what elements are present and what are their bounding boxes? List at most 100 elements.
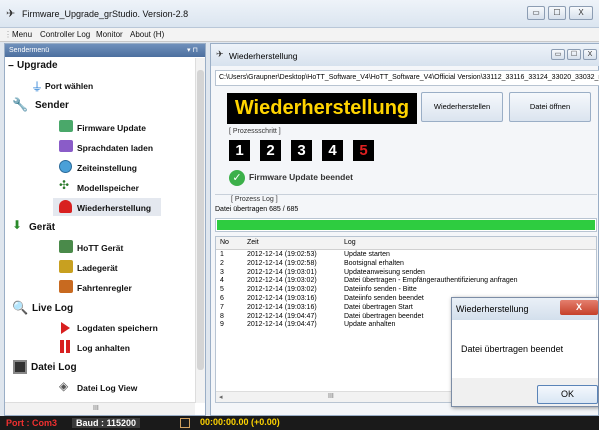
scroll-left-icon[interactable]: ◂ bbox=[219, 393, 223, 401]
col-header-log[interactable]: Log bbox=[344, 239, 356, 246]
log-cell-no: 6 bbox=[220, 295, 224, 302]
progress-bar bbox=[215, 218, 597, 232]
status-timer: 00:00:00.00 (+0.00) bbox=[200, 417, 280, 427]
table-row[interactable]: 2 2012-12-14 (19:02:58) Bootsignal erhalte… bbox=[216, 260, 596, 269]
minimize-button[interactable]: ▭ bbox=[527, 6, 545, 20]
log-cell-time: 2012-12-14 (19:04:47) bbox=[247, 321, 317, 329]
log-cell-time: 2012-12-14 (19:02:58) bbox=[247, 259, 317, 267]
status-bar: Port : Com3 Baud : 115200 00:00:00.00 (+… bbox=[0, 416, 599, 430]
log-cell-message: Update anhalten bbox=[344, 321, 396, 329]
play-icon bbox=[61, 322, 70, 334]
restore-window-title: Wiederherstellung bbox=[229, 51, 298, 61]
open-file-button[interactable]: Datei öffnen bbox=[509, 92, 591, 122]
log-cell-time: 2012-12-14 (19:03:01) bbox=[247, 268, 317, 276]
sidebar-item-datei-log-view[interactable]: Datei Log View bbox=[77, 383, 137, 393]
sidebar-item-hott-geraet[interactable]: HoTT Gerät bbox=[77, 243, 123, 253]
log-cell-no: 4 bbox=[220, 277, 224, 285]
sidebar-horizontal-scrollbar[interactable]: III bbox=[5, 402, 195, 415]
tree-toggle-icon[interactable]: − bbox=[8, 61, 14, 72]
language-data-icon bbox=[59, 140, 73, 152]
sidebar-section-upgrade[interactable]: Upgrade bbox=[17, 60, 58, 71]
scroll-grip: III bbox=[328, 393, 334, 400]
sidebar-item-fahrtenregler[interactable]: Fahrtenregler bbox=[77, 283, 132, 293]
progress-bar-fill bbox=[217, 220, 595, 230]
sidebar-section-datei-log[interactable]: Datei Log bbox=[31, 362, 77, 373]
log-cell-message: Bootsignal erhalten bbox=[344, 259, 404, 267]
menu-item-monitor[interactable]: Monitor bbox=[96, 30, 123, 39]
col-header-no[interactable]: No bbox=[220, 239, 229, 246]
log-cell-message: Datei übertragen - Empfängerauthentifizi… bbox=[344, 277, 518, 285]
log-cell-no: 9 bbox=[220, 321, 224, 329]
log-cell-no: 2 bbox=[220, 259, 224, 267]
sidebar-vertical-scrollbar[interactable] bbox=[195, 58, 205, 403]
sidebar-item-logdaten-speichern[interactable]: Logdaten speichern bbox=[77, 323, 158, 333]
sidebar-item-log-anhalten[interactable]: Log anhalten bbox=[77, 343, 130, 353]
table-row[interactable]: 1 2012-12-14 (19:02:53) Update starten bbox=[216, 251, 596, 260]
step-1: 1 bbox=[229, 140, 250, 161]
sidebar-section-geraet[interactable]: Gerät bbox=[29, 222, 55, 233]
col-header-zeit[interactable]: Zeit bbox=[247, 239, 259, 246]
sidebar-item-modellspeicher[interactable]: Modellspeicher bbox=[77, 183, 139, 193]
sidebar-item-ladegeraet[interactable]: Ladegerät bbox=[77, 263, 118, 273]
sidebar-item-sprachdaten-laden[interactable]: Sprachdaten laden bbox=[77, 143, 153, 153]
sidebar-header: Sendermenü ▾ ⊓ bbox=[5, 44, 205, 57]
table-row[interactable]: 3 2012-12-14 (19:03:01) Updateanweisung se… bbox=[216, 269, 596, 278]
log-cell-no: 3 bbox=[220, 268, 224, 276]
table-row[interactable]: 5 2012-12-14 (19:03:02) Dateiinfo senden -… bbox=[216, 286, 596, 295]
sidebar-item-zeiteinstellung[interactable]: Zeiteinstellung bbox=[77, 163, 137, 173]
sidebar-panel: Sendermenü ▾ ⊓ − Upgrade ⏚ Port wählen 🔧… bbox=[4, 43, 206, 416]
process-log-label: [ Prozess Log ] bbox=[231, 196, 278, 203]
log-cell-message: Update starten bbox=[344, 251, 390, 258]
menu-bar: ⋮ Menu Controller Log Monitor About (H) bbox=[0, 28, 599, 42]
dialog-ok-button[interactable]: OK bbox=[537, 385, 598, 404]
menu-grip: ⋮ bbox=[4, 30, 12, 39]
magnifier-icon: 🔍 bbox=[12, 300, 29, 315]
restore-maximize-button[interactable]: ☐ bbox=[567, 49, 581, 60]
tools-icon: 🔧 bbox=[12, 97, 29, 112]
sidebar-section-live-log[interactable]: Live Log bbox=[32, 303, 73, 314]
table-row[interactable]: 4 2012-12-14 (19:03:02) Datei übertragen -… bbox=[216, 277, 596, 286]
log-cell-message: Dateiinfo senden beendet bbox=[344, 295, 424, 302]
restore-window-titlebar: ✈ Wiederherstellung ▭ ☐ X bbox=[211, 44, 599, 66]
menu-item-controller-log[interactable]: Controller Log bbox=[40, 30, 90, 39]
transfer-text: Datei übertragen 685 / 685 bbox=[215, 206, 299, 213]
pin-icon[interactable]: ▾ ⊓ bbox=[187, 44, 198, 57]
device-download-icon: ⬇ bbox=[12, 218, 23, 232]
restore-button[interactable]: Wiederherstellen bbox=[421, 92, 503, 122]
step-3: 3 bbox=[291, 140, 312, 161]
log-cell-message: Dateiinfo senden - Bitte bbox=[344, 286, 417, 294]
speed-controller-icon bbox=[59, 280, 73, 293]
status-baud: Baud : 115200 bbox=[72, 418, 141, 428]
restore-big-title: Wiederherstellung bbox=[227, 93, 417, 124]
file-path-field[interactable]: C:\Users\Graupner\Desktop\HoTT_Software_… bbox=[215, 70, 599, 86]
restore-close-button[interactable]: X bbox=[583, 49, 597, 60]
firmware-icon bbox=[59, 120, 73, 132]
restore-minimize-button[interactable]: ▭ bbox=[551, 49, 565, 60]
log-cell-no: 7 bbox=[220, 303, 224, 311]
log-cell-time: 2012-12-14 (19:03:02) bbox=[247, 286, 317, 294]
charger-icon bbox=[59, 260, 73, 273]
log-cell-no: 1 bbox=[220, 251, 224, 258]
window-icon: ✈ bbox=[216, 49, 224, 59]
menu-item-menu[interactable]: Menu bbox=[12, 30, 32, 39]
status-message: Firmware Update beendet bbox=[249, 172, 353, 182]
maximize-button[interactable]: ☐ bbox=[548, 6, 566, 20]
sidebar-section-sender[interactable]: Sender bbox=[35, 100, 69, 111]
sidebar-item-wiederherstellung[interactable]: Wiederherstellung bbox=[77, 203, 151, 213]
close-button[interactable]: X bbox=[569, 6, 593, 20]
scroll-grip: III bbox=[93, 405, 99, 412]
hott-device-icon bbox=[59, 240, 73, 253]
menu-item-about[interactable]: About (H) bbox=[130, 30, 164, 39]
sidebar-title: Sendermenü bbox=[9, 47, 50, 54]
status-port: Port : Com3 bbox=[6, 418, 58, 428]
log-cell-message: Datei übertragen beendet bbox=[344, 312, 424, 320]
sidebar-item-firmware-update[interactable]: Firmware Update bbox=[77, 123, 146, 133]
step-5: 5 bbox=[353, 140, 374, 161]
title-bar: ✈ Firmware_Upgrade_grStudio. Version-2.8… bbox=[0, 0, 599, 28]
sidebar-scroll-thumb[interactable] bbox=[197, 70, 204, 370]
dialog-close-button[interactable]: X bbox=[560, 300, 598, 315]
sidebar-item-port-waehlen[interactable]: Port wählen bbox=[45, 81, 93, 91]
step-4: 4 bbox=[322, 140, 343, 161]
log-cell-message: Updateanweisung senden bbox=[344, 268, 425, 276]
log-cell-time: 2012-12-14 (19:03:16) bbox=[247, 303, 317, 311]
